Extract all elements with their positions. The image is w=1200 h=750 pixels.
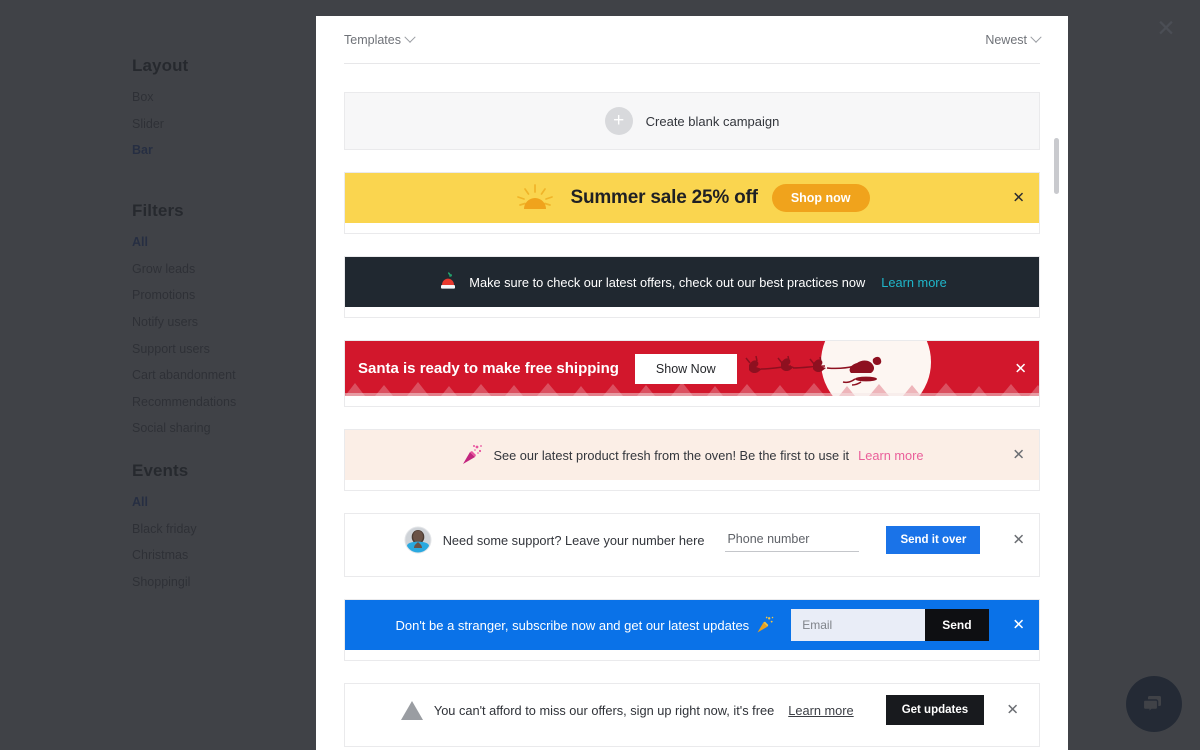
- create-blank-campaign-card[interactable]: + Create blank campaign: [344, 92, 1040, 150]
- templates-dropdown-label: Templates: [344, 32, 401, 47]
- overlay-close-icon[interactable]: ✕: [1152, 14, 1180, 42]
- avatar-icon: [404, 526, 432, 554]
- close-icon[interactable]: ✕: [1014, 361, 1027, 376]
- card-tail: [345, 396, 1039, 406]
- santa-free-shipping-banner[interactable]: Santa is ready to make free shipping Sho…: [345, 341, 1039, 396]
- create-blank-campaign-row[interactable]: + Create blank campaign: [345, 93, 1039, 149]
- send-button[interactable]: Send: [925, 609, 989, 641]
- support-phone-banner[interactable]: Need some support? Leave your number her…: [345, 514, 1039, 566]
- card-tail: [345, 223, 1039, 233]
- cant-afford-to-miss-banner[interactable]: You can't afford to miss our offers, sig…: [345, 684, 1039, 736]
- card-tail: [345, 566, 1039, 576]
- close-icon[interactable]: ✕: [1012, 533, 1025, 548]
- close-icon[interactable]: ✕: [1012, 448, 1025, 463]
- chevron-down-icon: [404, 31, 416, 43]
- create-blank-campaign-label: Create blank campaign: [645, 113, 780, 129]
- fresh-from-oven-banner[interactable]: See our latest product fresh from the ov…: [345, 430, 1039, 480]
- sun-icon: [517, 184, 554, 209]
- scrollbar-thumb[interactable]: [1054, 138, 1059, 194]
- santa-hat-emoji: [441, 272, 456, 289]
- best-practices-text: Make sure to check our latest offers, ch…: [469, 274, 866, 290]
- close-icon[interactable]: ✕: [1012, 191, 1025, 206]
- get-updates-button[interactable]: Get updates: [885, 695, 985, 725]
- email-input[interactable]: [791, 609, 926, 641]
- card-tail: [345, 736, 1039, 746]
- send-it-over-button[interactable]: Send it over: [886, 526, 981, 554]
- template-card-fresh-from-oven[interactable]: See our latest product fresh from the ov…: [344, 429, 1040, 491]
- santa-free-shipping-text: Santa is ready to make free shipping: [358, 360, 619, 377]
- template-card-summer-sale[interactable]: Summer sale 25% off Shop now ✕: [344, 172, 1040, 234]
- triangle-icon: [400, 701, 423, 720]
- learn-more-link[interactable]: Learn more: [858, 448, 923, 463]
- shop-now-button[interactable]: Shop now: [771, 184, 870, 212]
- best-practices-banner[interactable]: Make sure to check our latest offers, ch…: [345, 257, 1039, 307]
- templates-list: + Create blank campaign Summer sale 25% …: [316, 64, 1068, 750]
- show-now-button[interactable]: Show Now: [634, 353, 737, 384]
- templates-dropdown[interactable]: Templates: [344, 31, 416, 47]
- card-tail: [345, 480, 1039, 490]
- learn-more-link[interactable]: Learn more: [881, 275, 946, 290]
- chevron-down-icon: [1030, 31, 1042, 43]
- template-card-subscribe-updates[interactable]: Don't be a stranger, subscribe now and g…: [344, 599, 1040, 661]
- phone-number-input[interactable]: [725, 528, 860, 552]
- template-card-best-practices[interactable]: Make sure to check our latest offers, ch…: [344, 256, 1040, 318]
- subscribe-updates-text: Don't be a stranger, subscribe now and g…: [395, 617, 750, 633]
- summer-sale-banner[interactable]: Summer sale 25% off Shop now ✕: [345, 173, 1039, 223]
- template-card-santa-free-shipping[interactable]: Santa is ready to make free shipping Sho…: [344, 340, 1040, 407]
- card-tail: [345, 650, 1039, 660]
- santa-sleigh-icon: [745, 355, 882, 386]
- templates-modal: Templates Newest + Create blank campaign: [316, 16, 1068, 750]
- template-card-support-phone[interactable]: Need some support? Leave your number her…: [344, 513, 1040, 577]
- support-phone-text: Need some support? Leave your number her…: [442, 532, 705, 548]
- screen: Layout Box Slider Bar Filters All Grow l…: [0, 0, 1200, 750]
- plus-icon: +: [604, 107, 633, 135]
- party-popper-emoji: [757, 616, 774, 633]
- learn-more-link[interactable]: Learn more: [788, 703, 853, 718]
- modal-header: Templates Newest: [344, 16, 1042, 64]
- card-tail: [345, 307, 1039, 317]
- party-popper-emoji: [463, 445, 483, 464]
- close-icon[interactable]: ✕: [1012, 618, 1025, 633]
- summer-sale-text: Summer sale 25% off: [570, 187, 758, 208]
- sort-dropdown-label: Newest: [985, 32, 1027, 47]
- close-icon[interactable]: ✕: [1006, 703, 1019, 718]
- template-card-cant-afford-to-miss[interactable]: You can't afford to miss our offers, sig…: [344, 683, 1040, 747]
- subscribe-updates-banner[interactable]: Don't be a stranger, subscribe now and g…: [345, 600, 1039, 650]
- fresh-from-oven-text: See our latest product fresh from the ov…: [493, 447, 850, 463]
- sort-dropdown[interactable]: Newest: [985, 31, 1042, 47]
- cant-afford-to-miss-text: You can't afford to miss our offers, sig…: [433, 702, 775, 718]
